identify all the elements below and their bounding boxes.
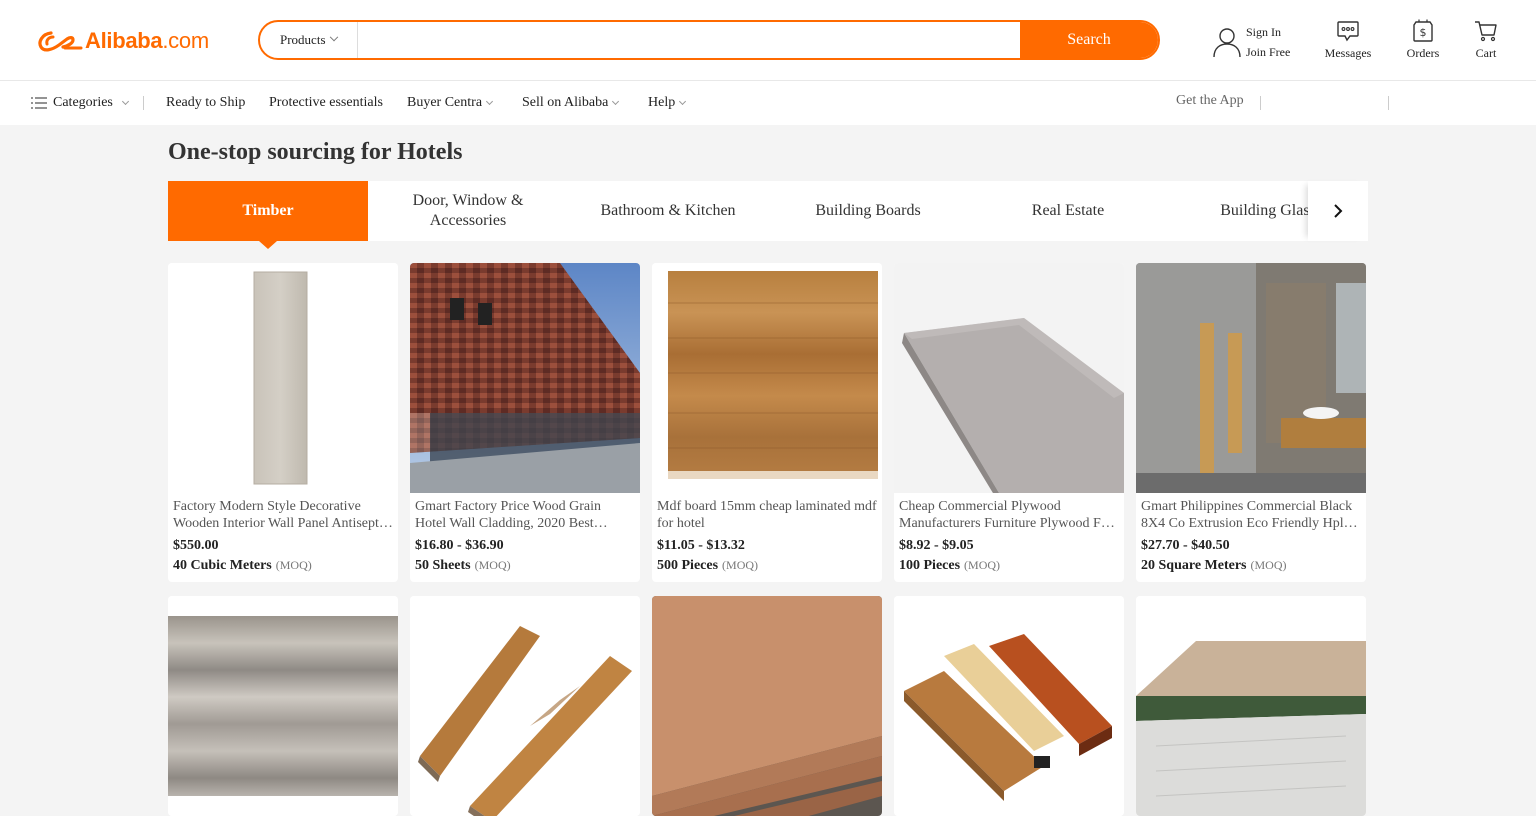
account-menu[interactable]: Sign In Join Free xyxy=(1212,22,1290,62)
product-moq: 100 Pieces (MOQ) xyxy=(899,558,1001,573)
product-price: $16.80 - $36.90 xyxy=(415,538,504,553)
cart-icon xyxy=(1475,21,1497,42)
cart-label: Cart xyxy=(1475,46,1497,60)
nav-protective-essentials[interactable]: Protective essentials xyxy=(269,95,383,111)
orders-button[interactable]: $ Orders xyxy=(1393,18,1453,61)
nav-divider xyxy=(143,96,144,110)
tab-door-window[interactable]: Door, Window & Accessories xyxy=(368,181,568,241)
product-image[interactable] xyxy=(410,263,640,493)
product-image[interactable] xyxy=(652,596,882,816)
product-card[interactable]: Factory Modern Style Decorative Wooden I… xyxy=(168,263,398,582)
chevron-down-icon xyxy=(485,97,494,106)
product-image[interactable] xyxy=(652,263,882,493)
tab-real-estate[interactable]: Real Estate xyxy=(968,181,1168,241)
chevron-down-icon xyxy=(612,97,620,106)
active-tab-pointer xyxy=(259,241,277,249)
tab-building-boards[interactable]: Building Boards xyxy=(768,181,968,241)
product-title[interactable]: Cheap Commercial Plywood Manufacturers F… xyxy=(899,498,1119,532)
product-moq: 50 Sheets (MOQ) xyxy=(415,558,511,573)
category-tabs: Timber Door, Window & Accessories Bathro… xyxy=(168,181,1368,241)
alibaba-logo-icon xyxy=(38,31,83,52)
product-image[interactable] xyxy=(168,596,398,816)
product-image[interactable] xyxy=(410,596,640,816)
product-card[interactable] xyxy=(410,596,640,816)
product-price: $11.05 - $13.32 xyxy=(657,538,745,553)
search-category-label: Products xyxy=(280,32,326,47)
list-icon xyxy=(31,97,47,109)
alibaba-logo[interactable]: Alibaba.com xyxy=(37,26,209,56)
buyer-central-label: Buyer Centra xyxy=(407,95,483,110)
categories-label: Categories xyxy=(53,95,113,110)
product-card[interactable] xyxy=(168,596,398,816)
tabs-next-button[interactable] xyxy=(1308,181,1368,241)
user-icon xyxy=(1213,28,1241,58)
search-bar: Products Search xyxy=(258,20,1160,60)
chevron-down-icon xyxy=(121,97,129,106)
tab-bathroom-kitchen[interactable]: Bathroom & Kitchen xyxy=(568,181,768,241)
product-card[interactable]: Gmart Factory Price Wood Grain Hotel Wal… xyxy=(410,263,640,582)
product-card[interactable]: Cheap Commercial Plywood Manufacturers F… xyxy=(894,263,1124,582)
product-price: $8.92 - $9.05 xyxy=(899,538,974,553)
product-image[interactable] xyxy=(1136,263,1366,493)
help-label: Help xyxy=(648,95,676,110)
page-title: One-stop sourcing for Hotels xyxy=(168,139,463,165)
product-card[interactable]: Mdf board 15mm cheap laminated mdf for h… xyxy=(652,263,882,582)
search-category-select[interactable]: Products xyxy=(260,22,358,58)
product-image[interactable] xyxy=(168,263,398,493)
product-moq: 40 Cubic Meters (MOQ) xyxy=(173,558,312,573)
product-card[interactable] xyxy=(1136,596,1366,816)
svg-text:$: $ xyxy=(1420,26,1427,39)
product-moq: 500 Pieces (MOQ) xyxy=(657,558,759,573)
product-image[interactable] xyxy=(894,263,1124,493)
categories-menu[interactable]: Categories xyxy=(31,95,129,111)
nav-buyer-central[interactable]: Buyer Centra xyxy=(407,95,494,111)
logo-text: Alibaba.com xyxy=(85,28,209,53)
product-title[interactable]: Mdf board 15mm cheap laminated mdf for h… xyxy=(657,498,877,532)
product-card[interactable]: Gmart Philippines Commercial Black 8X4 C… xyxy=(1136,263,1366,582)
top-header: Alibaba.com Products Search Sign In Join… xyxy=(0,0,1536,81)
search-button[interactable]: Search xyxy=(1020,22,1158,58)
chevron-down-icon xyxy=(329,32,338,42)
main-nav: Categories Ready to Ship Protective esse… xyxy=(0,81,1536,125)
chevron-down-icon xyxy=(679,97,687,106)
product-image[interactable] xyxy=(1136,596,1366,816)
product-image[interactable] xyxy=(894,596,1124,816)
chevron-right-icon xyxy=(1334,204,1343,218)
product-price: $27.70 - $40.50 xyxy=(1141,538,1230,553)
tab-timber[interactable]: Timber xyxy=(168,181,368,241)
nav-sell-on-alibaba[interactable]: Sell on Alibaba xyxy=(522,95,620,111)
sell-label: Sell on Alibaba xyxy=(522,95,609,110)
sign-in-link[interactable]: Sign In xyxy=(1246,22,1290,42)
message-icon xyxy=(1337,21,1359,42)
orders-label: Orders xyxy=(1406,46,1440,60)
nav-divider xyxy=(1388,96,1389,110)
product-card[interactable] xyxy=(894,596,1124,816)
get-the-app-link[interactable]: Get the App xyxy=(1176,93,1244,109)
product-title[interactable]: Factory Modern Style Decorative Wooden I… xyxy=(173,498,393,532)
search-input[interactable] xyxy=(358,22,1020,58)
nav-ready-to-ship[interactable]: Ready to Ship xyxy=(166,95,245,111)
nav-divider xyxy=(1260,96,1261,110)
messages-label: Messages xyxy=(1324,46,1372,60)
cart-button[interactable]: Cart xyxy=(1456,18,1516,61)
product-moq: 20 Square Meters (MOQ) xyxy=(1141,558,1287,573)
product-title[interactable]: Gmart Philippines Commercial Black 8X4 C… xyxy=(1141,498,1361,532)
messages-button[interactable]: Messages xyxy=(1318,18,1378,61)
product-card[interactable] xyxy=(652,596,882,816)
product-price: $550.00 xyxy=(173,538,219,553)
join-free-link[interactable]: Join Free xyxy=(1246,42,1290,62)
nav-help[interactable]: Help xyxy=(648,95,687,111)
orders-icon: $ xyxy=(1413,19,1433,42)
product-title[interactable]: Gmart Factory Price Wood Grain Hotel Wal… xyxy=(415,498,635,532)
